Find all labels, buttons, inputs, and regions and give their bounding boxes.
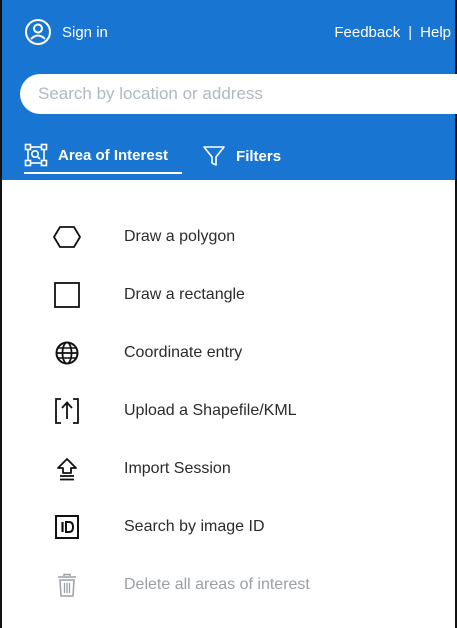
coordinate-entry-item[interactable]: Coordinate entry — [2, 324, 455, 382]
import-icon — [57, 458, 77, 481]
header-bar: Sign in Feedback | Help Area of Interest — [2, 0, 457, 180]
search-image-id-label: Search by image ID — [124, 518, 265, 535]
draw-rectangle-item[interactable]: Draw a rectangle — [2, 266, 455, 324]
area-of-interest-icon — [24, 143, 48, 167]
import-session-item[interactable]: Import Session — [2, 440, 455, 498]
user-icon — [25, 19, 51, 45]
rectangle-icon — [54, 282, 80, 308]
help-link[interactable]: Help — [420, 24, 451, 41]
polygon-icon — [53, 226, 81, 248]
trash-icon — [58, 573, 76, 597]
sign-in-button[interactable]: Sign in — [24, 18, 108, 46]
tab-area-of-interest-label: Area of Interest — [58, 146, 169, 164]
tab-filters[interactable]: Filters — [202, 138, 295, 174]
delete-all-aoi-label: Delete all areas of interest — [124, 576, 310, 593]
tab-bar: Area of Interest Filters — [24, 138, 295, 178]
upload-icon — [55, 398, 79, 424]
search-image-id-item[interactable]: Search by image ID — [2, 498, 455, 556]
upload-shapefile-item[interactable]: Upload a Shapefile/KML — [2, 382, 455, 440]
search-box — [20, 74, 457, 114]
tab-filters-label: Filters — [236, 147, 282, 165]
draw-polygon-item[interactable]: Draw a polygon — [2, 208, 455, 266]
tab-area-of-interest[interactable]: Area of Interest — [24, 138, 183, 174]
globe-icon — [55, 341, 79, 365]
id-icon — [55, 515, 79, 539]
upload-shapefile-label: Upload a Shapefile/KML — [124, 402, 297, 419]
coordinate-entry-label: Coordinate entry — [124, 344, 243, 361]
search-input[interactable] — [38, 84, 457, 104]
link-separator: | — [408, 24, 413, 41]
delete-all-aoi-item[interactable]: Delete all areas of interest — [2, 556, 455, 614]
feedback-link[interactable]: Feedback — [334, 24, 400, 41]
aoi-menu: Draw a polygon Draw a rectangle Coordina… — [2, 208, 455, 614]
draw-polygon-label: Draw a polygon — [124, 228, 236, 245]
top-links: Feedback | Help — [334, 24, 451, 41]
draw-rectangle-label: Draw a rectangle — [124, 286, 245, 303]
sign-in-label: Sign in — [62, 23, 108, 41]
import-session-label: Import Session — [124, 460, 231, 477]
filter-icon — [203, 146, 225, 166]
